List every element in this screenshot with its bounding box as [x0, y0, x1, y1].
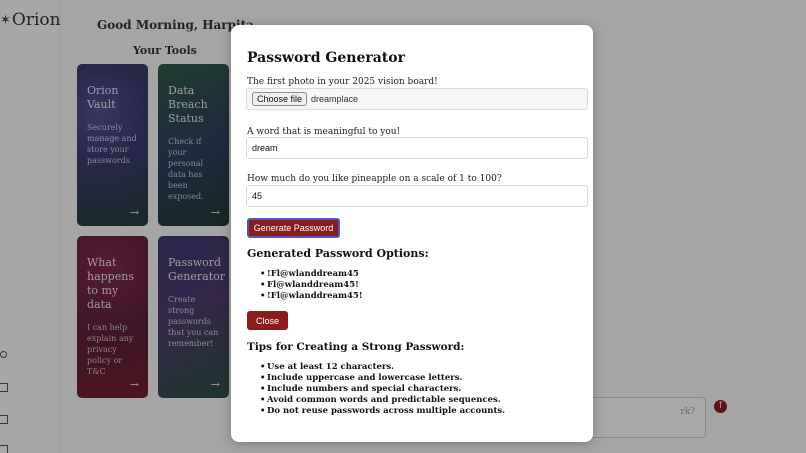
- choose-file-button[interactable]: Choose file: [252, 92, 308, 106]
- password-option[interactable]: !Fl@wlanddream45!: [260, 291, 363, 302]
- password-option[interactable]: Fl@wlanddream45!: [260, 280, 363, 291]
- options-heading: Generated Password Options:: [247, 247, 429, 260]
- tip-item: Do not reuse passwords across multiple a…: [260, 406, 505, 417]
- tip-item: Include numbers and special characters.: [260, 384, 505, 395]
- pineapple-scale-label: How much do you like pineapple on a scal…: [247, 174, 502, 184]
- meaningful-word-label: A word that is meaningful to you!: [247, 127, 401, 137]
- password-generator-modal: Password Generator The first photo in yo…: [231, 25, 593, 442]
- selected-file-name: dreamplace: [311, 94, 359, 104]
- tips-list: Use at least 12 characters. Include uppe…: [260, 362, 505, 417]
- tip-item: Use at least 12 characters.: [260, 362, 505, 373]
- pineapple-scale-input[interactable]: 45: [246, 185, 588, 207]
- generate-password-button[interactable]: Generate Password: [247, 218, 340, 238]
- password-options-list: !Fl@wlanddream45 Fl@wlanddream45! !Fl@wl…: [260, 269, 363, 302]
- vision-board-label: The first photo in your 2025 vision boar…: [247, 77, 438, 87]
- meaningful-word-input[interactable]: dream: [246, 137, 588, 159]
- close-button[interactable]: Close: [247, 311, 288, 330]
- modal-title: Password Generator: [247, 50, 405, 66]
- password-option[interactable]: !Fl@wlanddream45: [260, 269, 363, 280]
- tips-heading: Tips for Creating a Strong Password:: [247, 341, 465, 353]
- tip-item: Include uppercase and lowercase letters.: [260, 373, 505, 384]
- vision-board-file-input[interactable]: Choose file dreamplace: [246, 88, 588, 110]
- tip-item: Avoid common words and predictable seque…: [260, 395, 505, 406]
